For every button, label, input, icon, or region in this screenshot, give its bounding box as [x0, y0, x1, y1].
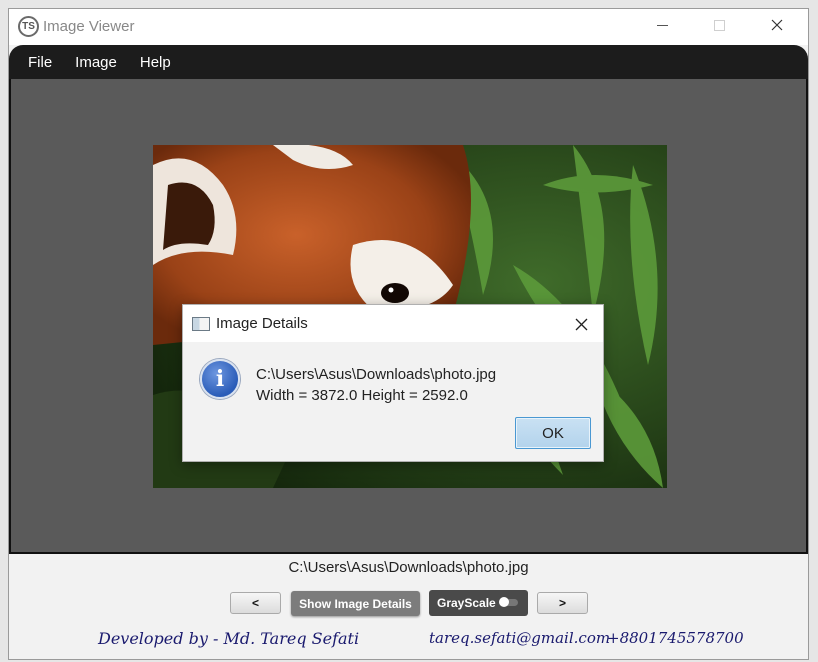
app-window: TS Image Viewer File Image Help Image De…	[8, 8, 809, 660]
developer-phone: +8801745578700	[607, 629, 744, 647]
maximize-icon	[713, 19, 725, 31]
minimize-icon	[656, 24, 668, 26]
image-details-dialog: Image Details i C:\Users\Asus\Downloads\…	[182, 304, 604, 462]
window-title: Image Viewer	[43, 18, 135, 35]
close-icon	[575, 318, 587, 330]
dialog-path-text: C:\Users\Asus\Downloads\photo.jpg	[256, 366, 497, 383]
grayscale-toggle-button[interactable]: GrayScale	[429, 590, 528, 616]
menu-image[interactable]: Image	[75, 54, 117, 71]
developer-email: tareq.sefati@gmail.com	[429, 629, 611, 647]
previous-button[interactable]: <	[230, 592, 281, 614]
grayscale-switch[interactable]	[499, 597, 518, 607]
show-image-details-button[interactable]: Show Image Details	[291, 591, 420, 616]
switch-knob	[499, 597, 509, 607]
grayscale-label: GrayScale	[437, 596, 496, 610]
title-bar[interactable]: TS Image Viewer	[9, 9, 808, 45]
app-logo-icon: TS	[18, 16, 39, 37]
next-button[interactable]: >	[537, 592, 588, 614]
menu-bar: File Image Help	[9, 45, 808, 79]
window-icon	[192, 317, 210, 331]
dialog-title-bar[interactable]: Image Details	[183, 305, 603, 342]
minimize-button[interactable]	[639, 9, 685, 41]
ok-button[interactable]: OK	[515, 417, 591, 449]
dialog-dimensions-text: Width = 3872.0 Height = 2592.0	[256, 387, 468, 404]
current-file-path: C:\Users\Asus\Downloads\photo.jpg	[288, 559, 529, 576]
info-icon: i	[200, 359, 240, 399]
dialog-message: C:\Users\Asus\Downloads\photo.jpg Width …	[256, 364, 496, 406]
dialog-close-button[interactable]	[567, 310, 595, 338]
maximize-button[interactable]	[696, 9, 742, 41]
close-icon	[771, 19, 783, 31]
menu-file[interactable]: File	[28, 54, 52, 71]
developer-credit: Developed by - Md. Tareq Sefati	[98, 629, 360, 648]
close-button[interactable]	[754, 9, 800, 41]
menu-help[interactable]: Help	[140, 54, 171, 71]
dialog-title: Image Details	[216, 315, 308, 332]
